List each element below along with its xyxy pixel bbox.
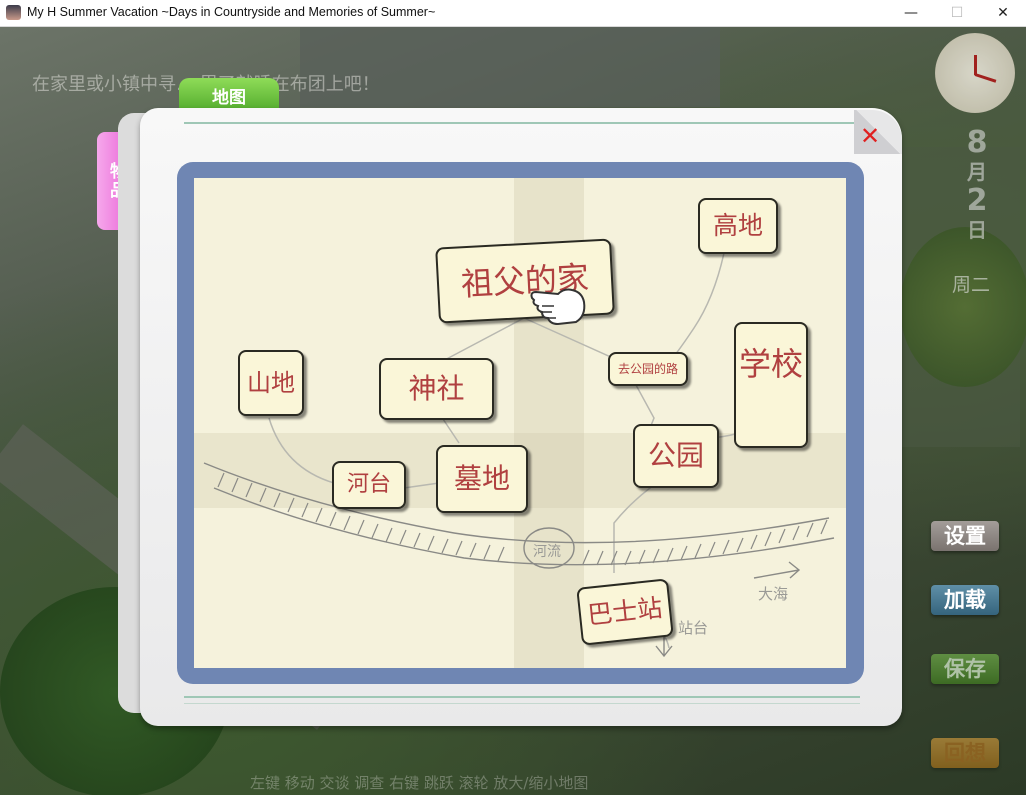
map-annotation-sea: 大海 (758, 585, 789, 603)
location-bus-stop[interactable]: 巴士站 (576, 578, 674, 646)
window-title: My H Summer Vacation ~Days in Countrysid… (27, 5, 436, 19)
location-riverbank[interactable]: 河台 (332, 461, 406, 509)
weekday-label: 周二 (952, 274, 991, 296)
pointer-hand-icon (530, 288, 586, 326)
clock-hour-hand (974, 55, 977, 75)
scene-tree (900, 227, 1026, 387)
location-school[interactable]: 学校 (734, 322, 808, 448)
date-display: 8 月 2 日 (962, 128, 992, 244)
recollection-button[interactable]: 回想 (931, 738, 999, 768)
minimize-button[interactable]: — (888, 0, 934, 26)
settings-button[interactable]: 设置 (931, 521, 999, 551)
location-mountain[interactable]: 山地 (238, 350, 304, 416)
divider (184, 703, 860, 704)
close-icon[interactable]: ✕ (856, 122, 884, 150)
location-highland[interactable]: 高地 (698, 198, 778, 254)
divider (184, 122, 860, 124)
date-day: 2 (966, 183, 988, 218)
divider (184, 696, 860, 698)
map-annotation-river: 河流 (533, 544, 561, 560)
location-park[interactable]: 公园 (633, 424, 719, 488)
location-park-road[interactable]: 去公园的路 (608, 352, 688, 386)
date-day-unit: 日 (967, 218, 987, 242)
maximize-button[interactable]: ☐ (934, 0, 980, 26)
app-icon (6, 5, 21, 20)
date-month: 8 (966, 125, 988, 160)
clock-minute-hand (974, 73, 997, 83)
load-button[interactable]: 加载 (931, 585, 999, 615)
window-titlebar: My H Summer Vacation ~Days in Countrysid… (0, 0, 1026, 27)
save-button[interactable]: 保存 (931, 654, 999, 684)
location-graveyard[interactable]: 墓地 (436, 445, 528, 513)
window-close-button[interactable]: ✕ (980, 0, 1026, 26)
controls-help-text: 左键 移动 交谈 调查 右键 跳跃 滚轮 放大/缩小地图 (250, 774, 589, 792)
date-month-unit: 月 (967, 160, 987, 184)
location-shrine[interactable]: 神社 (379, 358, 494, 420)
clock-icon (935, 33, 1015, 113)
map-annotation-station: 站台 (678, 619, 709, 637)
